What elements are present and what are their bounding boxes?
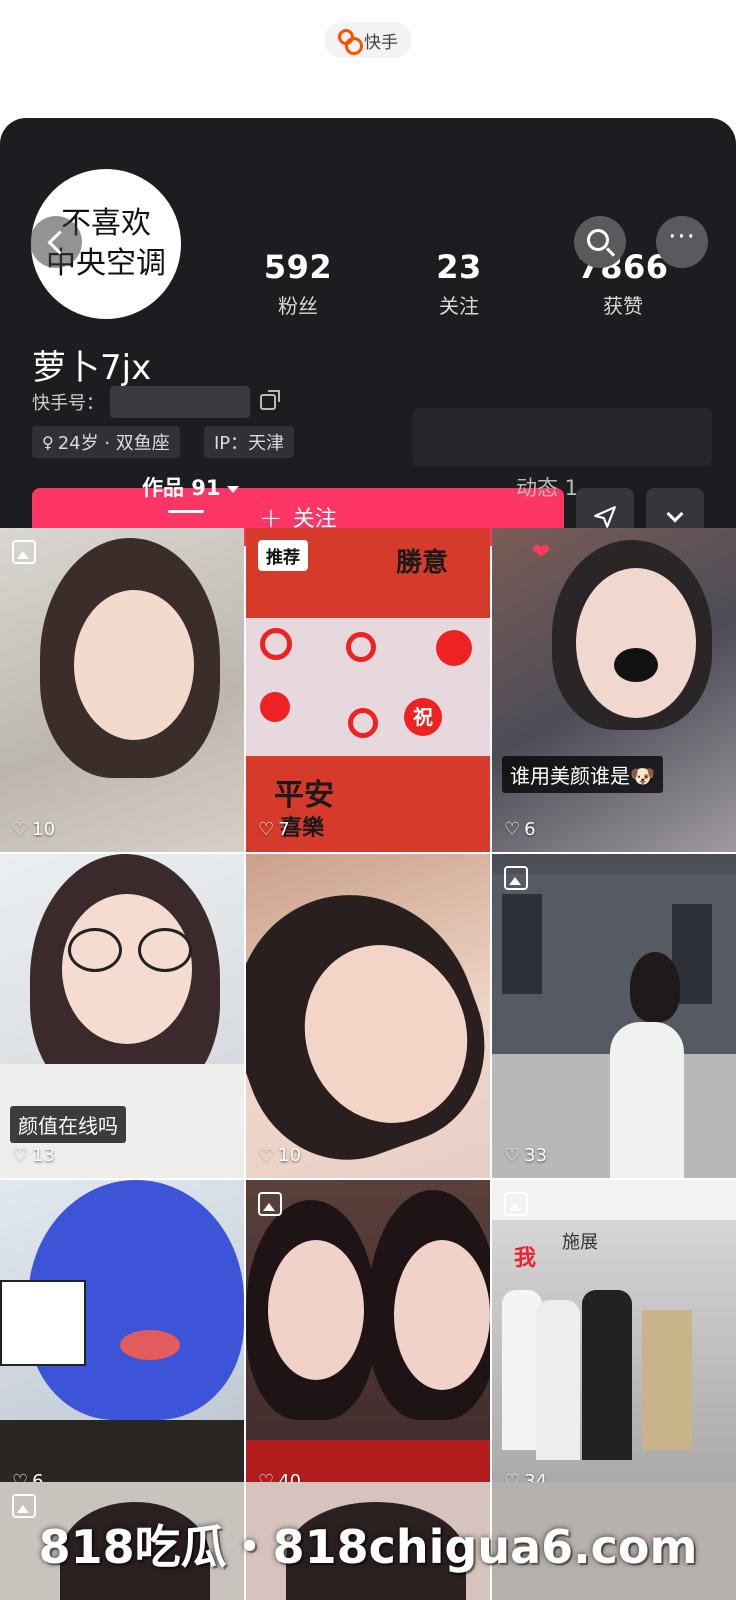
decor-dot: [260, 692, 290, 722]
watermark: 818吃瓜・818chigua6.com: [38, 1520, 698, 1574]
post-title-text: 勝意: [396, 548, 449, 578]
image-post-icon: [12, 540, 36, 564]
stat-following[interactable]: 23 关注: [394, 248, 524, 319]
works-grid: ♡ 10 祝 推荐 勝意 平安 喜樂 ♡ 7 ❤ 谁用美颜谁是🐶 ♡ 6 颜值在线吗 …: [0, 528, 736, 1504]
image-post-icon: [504, 1192, 528, 1216]
heart-icon: ♡: [12, 819, 29, 840]
top-bar: 快手: [0, 0, 736, 118]
copy-icon[interactable]: [260, 390, 280, 410]
like-count: ♡ 10: [12, 819, 56, 840]
kuaishou-id: 快手号：: [32, 386, 280, 418]
decor-dot: [436, 630, 472, 666]
like-count: ♡ 10: [258, 1145, 302, 1166]
tab-works[interactable]: 作品 91: [142, 472, 239, 502]
heart-icon: ♡: [258, 819, 275, 840]
photo-ceiling: [492, 1180, 736, 1220]
grid-item[interactable]: ♡40: [246, 1180, 490, 1504]
tab-works-label: 作品 91: [142, 476, 221, 500]
photo-face: [268, 1240, 364, 1380]
search-button[interactable]: [574, 216, 626, 268]
photo-easel: [642, 1310, 692, 1450]
grid-item[interactable]: ♡ 10: [0, 528, 244, 852]
photo-window: [502, 894, 542, 994]
glasses-left: [68, 928, 122, 972]
photo-person: [536, 1300, 580, 1460]
post-tag-text: 我: [514, 1246, 537, 1271]
search-icon: [587, 229, 609, 251]
decor-ring: [260, 628, 292, 660]
grid-item[interactable]: ♡6: [0, 1180, 244, 1504]
following-count: 23: [436, 248, 482, 286]
age-tag-label: 24岁 · 双鱼座: [57, 433, 170, 454]
photo-person: [582, 1290, 632, 1460]
decor-blessing: 祝: [404, 698, 442, 736]
like-count: ♡ 33: [504, 1145, 548, 1166]
grid-item[interactable]: ❤ 谁用美颜谁是🐶 ♡ 6: [492, 528, 736, 852]
like-count: ♡ 7: [258, 819, 290, 840]
age-tag: ♀ 24岁 · 双鱼座: [32, 426, 180, 458]
ip-tag: IP：天津: [204, 426, 295, 458]
heart-icon: ♡: [12, 1145, 29, 1166]
photo-face: [576, 568, 696, 718]
likes-label: 获赞: [603, 294, 643, 318]
grid-item[interactable]: 颜值在线吗 ♡ 13: [0, 854, 244, 1178]
tab-moments-label: 动态 1: [516, 476, 579, 500]
image-post-icon: [504, 866, 528, 890]
like-count: ♡6: [504, 819, 536, 840]
heart-icon: ♡: [504, 1145, 521, 1166]
photo-hair: [630, 952, 680, 1022]
grid-item[interactable]: ♡ 33: [492, 854, 736, 1178]
caret-down-icon: [226, 485, 239, 493]
image-post-icon: [258, 1192, 282, 1216]
grid-item[interactable]: 我 施展 ♡34: [492, 1180, 736, 1504]
post-caption: 谁用美颜谁是🐶: [502, 756, 663, 793]
sticker-lips: [120, 1330, 180, 1360]
username: 萝卜7jx: [32, 348, 152, 388]
chevron-down-icon: [666, 505, 684, 523]
fans-count: 592: [263, 248, 333, 286]
panda-meme: [0, 1280, 86, 1366]
female-icon: ♀: [42, 432, 54, 452]
stat-fans[interactable]: 592 粉丝: [233, 248, 363, 319]
dog-nose-filter: [614, 648, 658, 682]
decor-ring: [348, 708, 378, 738]
post-tag-text-2: 施展: [562, 1232, 598, 1253]
profile-header: 不喜欢 中央空调 ··· 592 粉丝 23 关注 7866 获赞 萝卜7jx …: [0, 118, 736, 546]
photo-face: [394, 1240, 490, 1390]
send-icon: [594, 506, 616, 528]
decor-ring: [346, 632, 376, 662]
blurred-region: [412, 408, 712, 466]
photo-person: [610, 1022, 684, 1178]
more-icon: ···: [668, 222, 696, 252]
glasses-right: [138, 928, 192, 972]
kuaishou-id-label: 快手号：: [32, 393, 104, 414]
more-button[interactable]: ···: [656, 216, 708, 268]
grid-item[interactable]: ♡ 10: [246, 854, 490, 1178]
heart-sticker-icon: ❤: [532, 540, 551, 565]
heart-icon: ♡: [504, 819, 521, 840]
following-label: 关注: [439, 294, 479, 318]
post-caption: 颜值在线吗: [10, 1106, 126, 1143]
kuaishou-badge: 快手: [324, 22, 412, 58]
kuaishou-id-masked: [110, 386, 250, 418]
tab-indicator: [168, 510, 204, 513]
ip-tag-label: IP：天津: [214, 433, 285, 454]
app-badge-label: 快手: [364, 32, 398, 53]
photo-face: [74, 590, 194, 740]
heart-icon: ♡: [258, 1145, 275, 1166]
recommend-badge: 推荐: [258, 540, 308, 571]
like-count: ♡ 13: [12, 1145, 56, 1166]
back-button[interactable]: [30, 216, 82, 268]
post-bottom-text: 平安: [274, 778, 334, 813]
grid-item[interactable]: 祝 推荐 勝意 平安 喜樂 ♡ 7: [246, 528, 490, 852]
fans-label: 粉丝: [278, 294, 318, 318]
kuaishou-logo-icon: [338, 29, 363, 55]
tab-moments[interactable]: 动态 1: [516, 472, 578, 502]
